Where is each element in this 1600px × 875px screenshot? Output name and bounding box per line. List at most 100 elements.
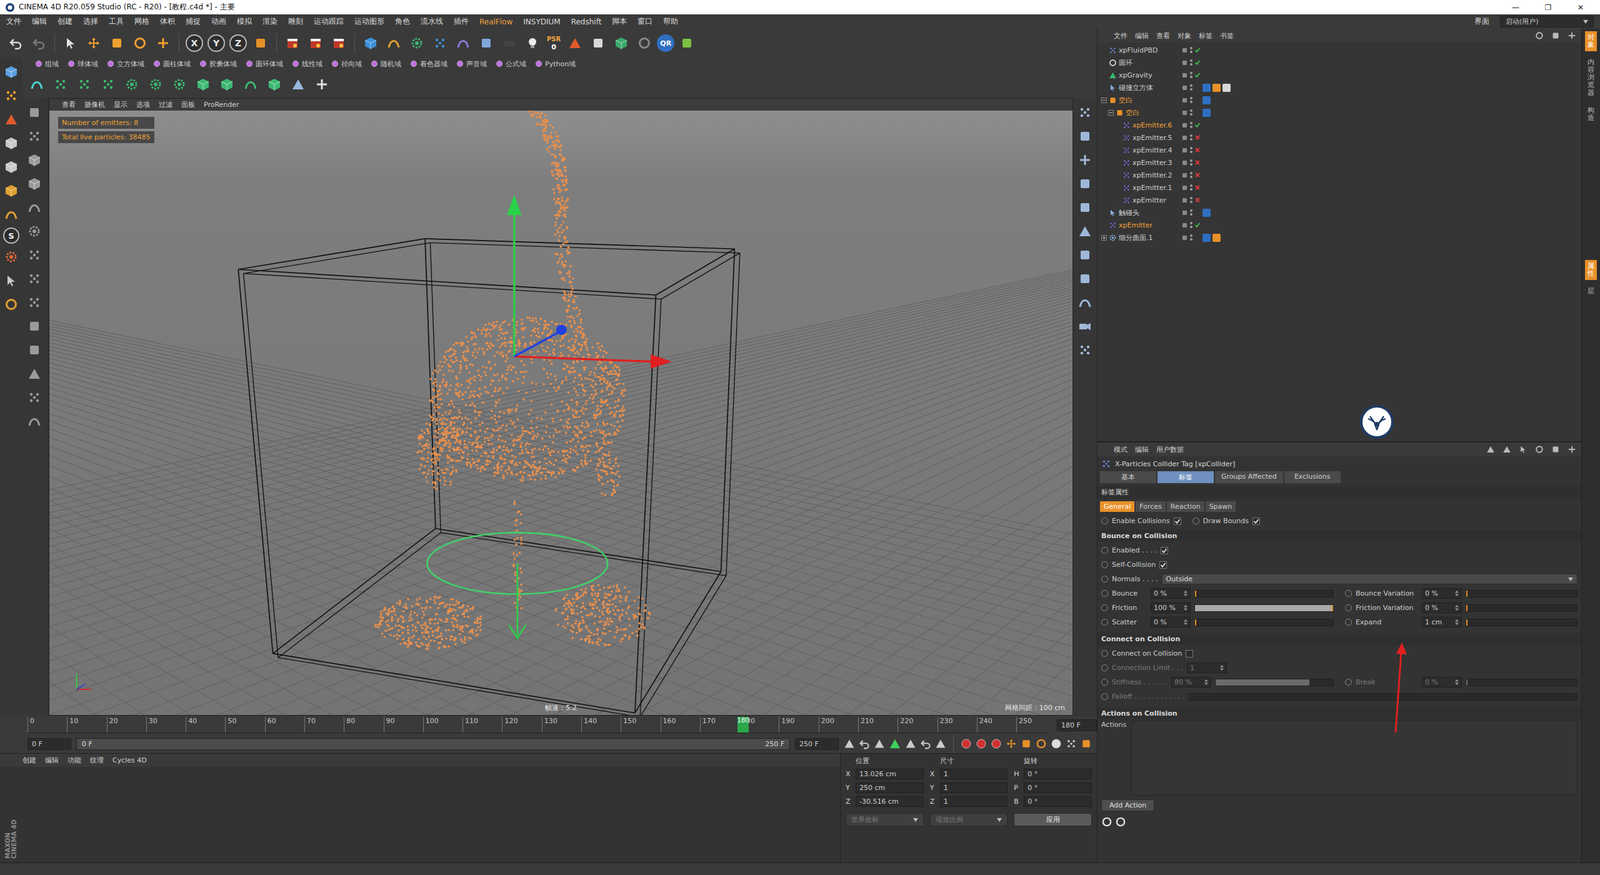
keyframe-dot[interactable]: [1101, 618, 1109, 626]
attribute-tab[interactable]: 标签: [1157, 471, 1214, 484]
size-field[interactable]: 1: [940, 768, 1009, 780]
view-button[interactable]: [1074, 268, 1096, 290]
viewport-menu-item[interactable]: 查看: [61, 100, 76, 110]
sculpt-button[interactable]: [23, 291, 45, 314]
view-button[interactable]: [1074, 315, 1096, 337]
menu-item[interactable]: 编辑: [31, 16, 47, 27]
object-menu-item[interactable]: 文件: [1113, 31, 1128, 41]
menu-item[interactable]: INSYDIUM: [523, 17, 560, 27]
move-button[interactable]: [83, 32, 105, 54]
param-left[interactable]: Friction100 %: [1101, 602, 1334, 614]
tag-icon[interactable]: [1202, 208, 1211, 217]
visibility-dots[interactable]: [1190, 171, 1193, 179]
tag-icon[interactable]: [1202, 233, 1211, 242]
keyframe-dot[interactable]: [1101, 517, 1109, 525]
axis-lock-button[interactable]: Y: [207, 34, 225, 52]
cloner-button[interactable]: [429, 32, 451, 54]
menu-item[interactable]: 捕捉: [185, 16, 201, 27]
field-button[interactable]: 球体域: [67, 59, 99, 69]
visibility-dots[interactable]: [1190, 109, 1193, 116]
menu-item[interactable]: 渲染: [262, 16, 278, 27]
attribute-tab[interactable]: 基本: [1100, 471, 1157, 484]
field-button[interactable]: 组域: [35, 59, 59, 69]
visibility-dots[interactable]: [1190, 196, 1193, 204]
position-field[interactable]: -30.516 cm: [855, 796, 924, 807]
window-control[interactable]: ✕: [1566, 3, 1595, 12]
floor-button[interactable]: [475, 32, 497, 54]
axis-lock-button[interactable]: Z: [229, 34, 247, 52]
keyframe-dot[interactable]: [1345, 618, 1352, 626]
side-tab[interactable]: 属性: [1585, 260, 1597, 280]
keyframe-dot[interactable]: [1345, 604, 1352, 612]
view-button[interactable]: [1074, 220, 1096, 242]
object-row[interactable]: 细分曲面.1: [1097, 231, 1582, 244]
sculpt-button[interactable]: [23, 125, 45, 147]
object-menu-item[interactable]: 对象: [1177, 31, 1192, 41]
scale-button[interactable]: [106, 32, 128, 54]
menu-item[interactable]: 创建: [57, 16, 73, 27]
apply-button[interactable]: 应用: [1013, 813, 1092, 827]
menu-item[interactable]: 脚本: [611, 16, 627, 27]
object-row[interactable]: xpFluidPBD: [1097, 43, 1582, 57]
view-button[interactable]: [1074, 196, 1096, 219]
rotation-field[interactable]: 0 °: [1023, 768, 1092, 780]
menu-item[interactable]: 工具: [108, 16, 124, 27]
object-row[interactable]: 圆环: [1097, 56, 1582, 69]
mode-button[interactable]: [0, 246, 22, 268]
value-field[interactable]: 0 %: [1421, 602, 1462, 614]
object-row[interactable]: xpEmitter.3: [1097, 156, 1582, 169]
object-row[interactable]: xpEmitter.5: [1097, 131, 1582, 144]
field-button[interactable]: 随机域: [370, 59, 402, 69]
object-row[interactable]: 触碰头: [1097, 206, 1582, 219]
viewport-menu-item[interactable]: 选项: [136, 100, 150, 110]
redo-button[interactable]: [28, 32, 50, 54]
camera-button[interactable]: [498, 32, 520, 54]
value-field[interactable]: 0 %: [1150, 588, 1191, 599]
sculpt-button[interactable]: [23, 149, 45, 171]
object-row[interactable]: xpEmitter: [1097, 218, 1582, 232]
menu-item[interactable]: 文件: [6, 16, 22, 27]
window-control[interactable]: ❐: [1533, 3, 1563, 12]
value-field[interactable]: 100 %: [1150, 602, 1191, 614]
keyframe-dot[interactable]: [1345, 590, 1352, 597]
mode-button[interactable]: [0, 108, 22, 130]
sculpt-button[interactable]: [23, 173, 45, 195]
object-row[interactable]: 碰撞立方体: [1097, 81, 1582, 94]
viewport-menu-item[interactable]: 过滤: [158, 100, 173, 110]
snap-button[interactable]: S: [3, 227, 20, 244]
attribute-tab[interactable]: Exclusions: [1284, 471, 1341, 484]
mode-button[interactable]: [0, 85, 22, 107]
rotation-field[interactable]: 0 °: [1023, 782, 1092, 794]
visibility-dots[interactable]: [1190, 146, 1193, 154]
psr-button[interactable]: PSR0: [545, 36, 563, 51]
axis-lock-button[interactable]: X: [185, 34, 204, 52]
position-field[interactable]: 13.026 cm: [855, 768, 924, 780]
render-view-button[interactable]: [281, 32, 304, 54]
undo-button[interactable]: [5, 32, 27, 54]
menu-item[interactable]: RealFlow: [479, 17, 513, 27]
view-button[interactable]: [1074, 149, 1096, 171]
realflow-button[interactable]: [610, 32, 632, 54]
field-button[interactable]: 声音域: [456, 59, 487, 69]
menu-item[interactable]: 网格: [134, 16, 150, 27]
attribute-menu-item[interactable]: 编辑: [1135, 445, 1149, 455]
xp-tool-button[interactable]: [240, 73, 262, 95]
field-button[interactable]: 圆环体域: [245, 59, 284, 69]
object-menu-item[interactable]: 标签: [1198, 31, 1213, 41]
mode-button[interactable]: [0, 203, 22, 225]
menu-item[interactable]: 运动跟踪: [313, 16, 344, 27]
sculpt-button[interactable]: [23, 363, 45, 385]
slider[interactable]: [1194, 618, 1334, 627]
keyframe-dot[interactable]: [1345, 678, 1352, 686]
menu-item[interactable]: Redshift: [571, 17, 602, 27]
last-tool-button[interactable]: [152, 32, 174, 54]
xp-tool-button[interactable]: [287, 73, 309, 95]
material-menu-item[interactable]: 纹理: [90, 755, 104, 765]
start-frame-field[interactable]: 0 F: [27, 738, 72, 750]
mode-button[interactable]: [0, 293, 22, 315]
field-button[interactable]: Python域: [535, 59, 576, 69]
sculpt-button[interactable]: [23, 196, 45, 219]
menu-item[interactable]: 窗口: [637, 16, 653, 27]
xp-tool-button[interactable]: [168, 73, 190, 95]
pen-button[interactable]: [383, 32, 405, 54]
